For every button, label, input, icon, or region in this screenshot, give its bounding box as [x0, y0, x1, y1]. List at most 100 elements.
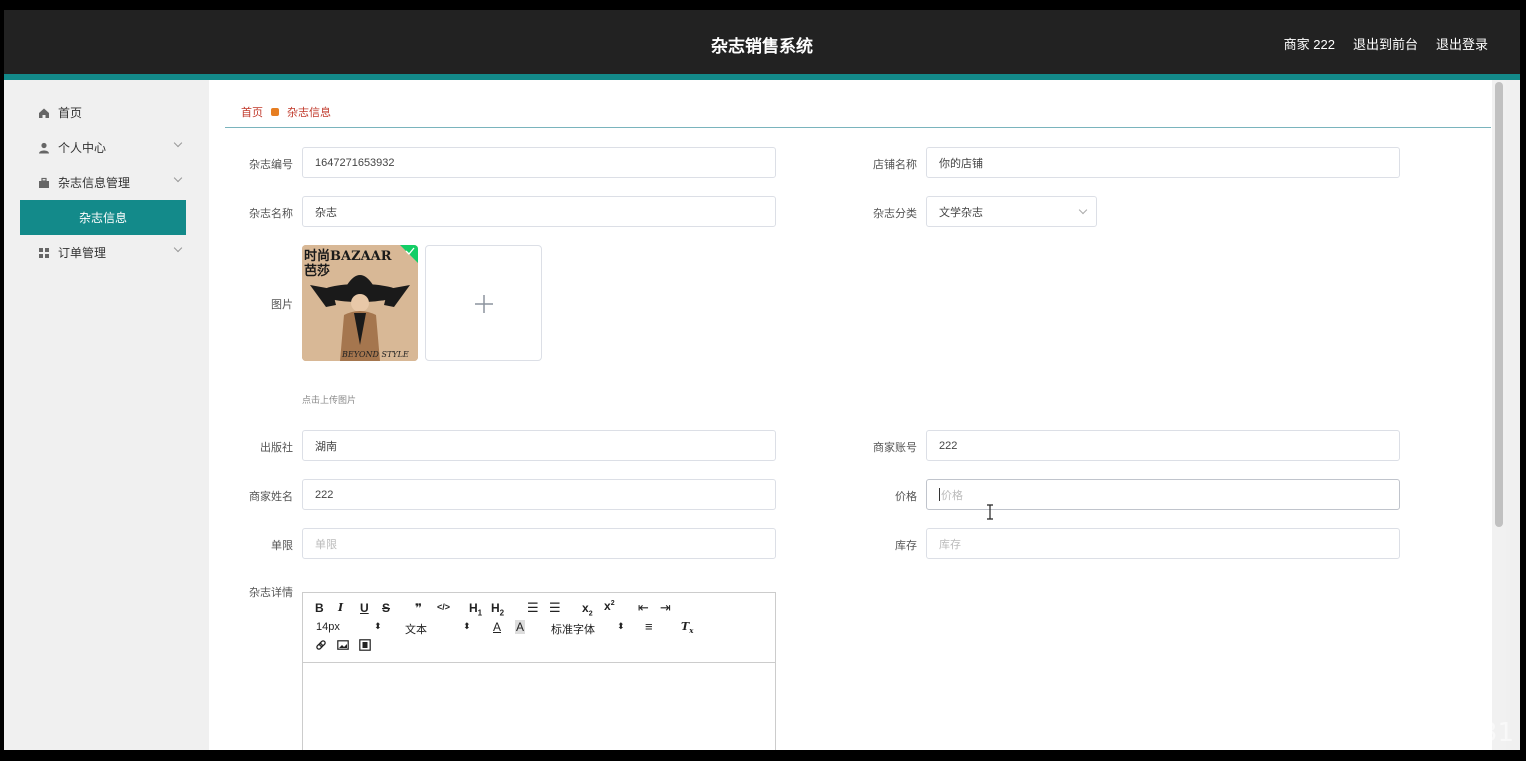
align-icon[interactable]: ≡ — [645, 619, 653, 634]
select-arrows-icon: ⬍ — [617, 621, 625, 631]
merchant-account-input[interactable]: 222 — [926, 430, 1400, 461]
text-type-select[interactable]: 文本 ⬍ — [405, 621, 471, 637]
font-size-value: 14px — [316, 621, 340, 633]
clear-format-icon[interactable]: Tx — [681, 620, 693, 635]
select-arrows-icon: ⬍ — [374, 621, 382, 631]
watermark: CSDN @CK3031 — [1304, 718, 1514, 748]
sidebar-item-magazine-info[interactable]: 杂志信息 — [20, 200, 186, 235]
main-content: 首页 杂志信息 杂志编号 1647271653932 店铺名称 你的店铺 杂志名… — [209, 80, 1506, 750]
magazine-no-input[interactable]: 1647271653932 — [302, 147, 776, 178]
heading2-icon[interactable]: H2 — [491, 601, 504, 617]
breadcrumb-current: 杂志信息 — [287, 107, 331, 119]
app-window: 杂志销售系统 商家 222 退出到前台 退出登录 首页 个人中心 杂志信息管理 … — [4, 10, 1520, 750]
merchant-account-label: 商家账号 — [873, 442, 917, 454]
user-label[interactable]: 商家 222 — [1284, 34, 1335, 53]
text-cursor-icon — [987, 504, 993, 520]
sidebar-item-label: 杂志信息管理 — [58, 176, 131, 190]
bold-icon[interactable]: B — [315, 601, 324, 615]
publisher-label: 出版社 — [260, 442, 293, 454]
user-icon — [38, 142, 50, 154]
sidebar-item-orders[interactable]: 订单管理 — [4, 235, 209, 270]
category-label: 杂志分类 — [873, 208, 917, 220]
cover-tagline: BEYOND STYLE — [341, 350, 409, 359]
subscript-icon[interactable]: x2 — [582, 601, 593, 617]
underline-icon[interactable]: U — [360, 601, 369, 615]
stock-input[interactable]: 库存 — [926, 528, 1400, 559]
bullet-list-icon[interactable]: ☰ — [549, 600, 561, 616]
cover-subtitle: 芭莎 — [304, 263, 330, 279]
top-bar: 杂志销售系统 商家 222 退出到前台 退出登录 — [4, 10, 1520, 80]
category-value: 文学杂志 — [939, 206, 983, 219]
strikethrough-icon[interactable]: S — [382, 601, 390, 615]
magazine-cover-image[interactable]: 时尚BAZAAR 芭莎 BEYOND STYLE — [302, 245, 418, 361]
sidebar-item-label: 个人中心 — [58, 141, 107, 155]
chevron-down-icon — [1078, 205, 1088, 215]
exit-to-front-link[interactable]: 退出到前台 — [1353, 34, 1418, 53]
sidebar: 首页 个人中心 杂志信息管理 杂志信息 订单管理 — [4, 80, 209, 750]
superscript-icon[interactable]: x2 — [604, 599, 615, 613]
divider — [225, 127, 1491, 128]
heading1-icon[interactable]: H1 — [469, 601, 482, 617]
chevron-down-icon — [173, 138, 183, 148]
home-icon — [38, 107, 50, 119]
store-name-input[interactable]: 你的店铺 — [926, 147, 1400, 178]
editor-toolbar: B I U S ❞ </> H1 H2 ☰ ☰ x2 x2 ⇤ ⇥ 14px ⬍ … — [303, 593, 775, 663]
chevron-down-icon — [173, 173, 183, 183]
briefcase-icon — [38, 177, 50, 189]
cover-title: 时尚BAZAAR — [304, 248, 392, 264]
font-family-value: 标准字体 — [551, 624, 595, 636]
font-color-icon[interactable]: A — [493, 620, 501, 634]
details-label: 杂志详情 — [249, 587, 293, 599]
sidebar-item-label: 杂志信息 — [78, 211, 127, 225]
sidebar-item-home[interactable]: 首页 — [4, 95, 209, 130]
magazine-name-label: 杂志名称 — [249, 208, 293, 220]
magazine-no-label: 杂志编号 — [249, 159, 293, 171]
breadcrumb-separator-icon — [271, 108, 279, 116]
ordered-list-icon[interactable]: ☰ — [527, 600, 539, 616]
price-input[interactable]: 价格 — [926, 479, 1400, 510]
breadcrumb-home[interactable]: 首页 — [241, 104, 263, 120]
outdent-icon[interactable]: ⇤ — [638, 600, 649, 616]
italic-icon[interactable]: I — [338, 601, 343, 614]
editor-content-area[interactable] — [303, 663, 775, 750]
image-label: 图片 — [271, 299, 293, 311]
grid-icon — [38, 247, 50, 259]
sidebar-item-personal-center[interactable]: 个人中心 — [4, 130, 209, 165]
rich-text-editor: B I U S ❞ </> H1 H2 ☰ ☰ x2 x2 ⇤ ⇥ 14px ⬍ … — [302, 592, 776, 750]
merchant-name-label: 商家姓名 — [249, 491, 293, 503]
category-select[interactable]: 文学杂志 — [926, 196, 1097, 227]
indent-icon[interactable]: ⇥ — [660, 600, 671, 616]
publisher-input[interactable]: 湖南 — [302, 430, 776, 461]
stock-label: 库存 — [895, 540, 917, 552]
sidebar-item-label: 订单管理 — [58, 246, 107, 260]
price-label: 价格 — [895, 491, 917, 503]
chevron-down-icon — [173, 243, 183, 253]
upload-tip: 点击上传图片 — [302, 395, 357, 405]
font-family-select[interactable]: 标准字体 ⬍ — [551, 621, 625, 637]
price-placeholder: 价格 — [941, 489, 963, 502]
store-name-label: 店铺名称 — [873, 159, 917, 171]
upload-image-button[interactable] — [425, 245, 542, 361]
select-arrows-icon: ⬍ — [463, 621, 471, 631]
magazine-name-input[interactable]: 杂志 — [302, 196, 776, 227]
text-type-value: 文本 — [405, 624, 427, 636]
link-icon[interactable] — [315, 639, 327, 654]
logout-link[interactable]: 退出登录 — [1436, 34, 1488, 53]
font-size-select[interactable]: 14px ⬍ — [316, 621, 382, 633]
sidebar-item-label: 首页 — [58, 106, 83, 120]
text-caret — [939, 488, 940, 501]
scrollbar[interactable] — [1492, 80, 1506, 750]
code-icon[interactable]: </> — [437, 602, 450, 612]
scroll-thumb[interactable] — [1495, 82, 1503, 527]
blockquote-icon[interactable]: ❞ — [415, 601, 422, 615]
image-icon[interactable] — [337, 639, 349, 654]
merchant-name-input[interactable]: 222 — [302, 479, 776, 510]
limit-input[interactable]: 单限 — [302, 528, 776, 559]
plus-icon — [475, 295, 493, 313]
breadcrumb: 首页 杂志信息 — [241, 104, 331, 120]
background-color-icon[interactable]: A — [515, 620, 526, 634]
sidebar-item-magazine-management[interactable]: 杂志信息管理 — [4, 165, 209, 200]
top-right-menu: 商家 222 退出到前台 退出登录 — [1284, 34, 1488, 53]
video-icon[interactable] — [359, 639, 371, 654]
limit-label: 单限 — [271, 540, 293, 552]
